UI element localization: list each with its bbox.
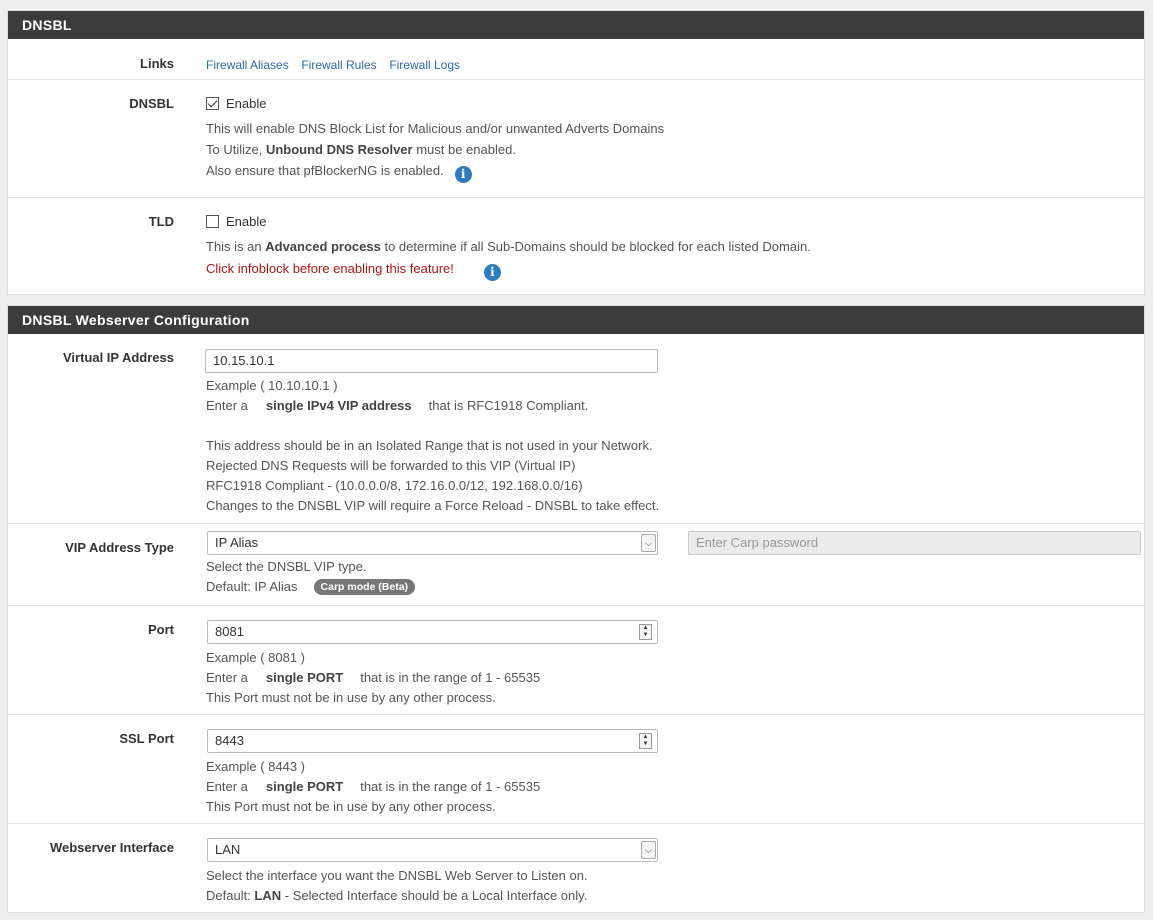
ssl-port-row: SSL Port 8443 ▲ ▼ Example ( 8443 ) Enter … — [8, 714, 1144, 823]
firewall-aliases-link[interactable]: Firewall Aliases — [206, 58, 289, 72]
port-label: Port — [148, 622, 174, 637]
ssl-port-help-1: Example ( 8443 ) — [206, 759, 305, 774]
port-row: Port 8081 ▲ ▼ Example ( 8081 ) Enter a sin… — [8, 605, 1144, 714]
interface-label: Webserver Interface — [49, 840, 174, 855]
port-help-3: This Port must not be in use by any othe… — [206, 690, 496, 705]
webserver-panel: DNSBL Webserver Configuration Virtual IP… — [7, 305, 1145, 913]
port-spinner[interactable]: ▲ ▼ — [639, 624, 652, 640]
vip-label: Virtual IP Address — [62, 350, 174, 365]
dnsbl-help-2: To Utilize, Unbound DNS Resolver must be… — [206, 142, 516, 157]
vip-help-6: Changes to the DNSBL VIP will require a … — [206, 498, 660, 513]
dnsbl-label: DNSBL — [129, 96, 174, 111]
dnsbl-enable-label: Enable — [226, 96, 267, 111]
vip-type-select[interactable]: IP Alias ⌵ — [207, 531, 658, 555]
tld-help-1: This is an Advanced process to determine… — [206, 239, 811, 254]
chevron-down-icon: ⌵ — [641, 534, 656, 552]
vip-type-label: VIP Address Type — [65, 540, 174, 555]
vip-help-2: Enter a single IPv4 VIP address that is RF… — [206, 398, 589, 413]
carp-password-input[interactable]: Enter Carp password — [688, 531, 1141, 555]
firewall-rules-link[interactable]: Firewall Rules — [301, 58, 376, 72]
vip-help-4: Rejected DNS Requests will be forwarded … — [206, 458, 576, 473]
dnsbl-help-3: Also ensure that pfBlockerNG is enabled.… — [206, 160, 1140, 183]
interface-select[interactable]: LAN ⌵ — [207, 838, 658, 862]
vip-input[interactable]: 10.15.10.1 — [205, 349, 658, 373]
tld-label: TLD — [148, 214, 174, 229]
dnsbl-info-icon[interactable]: i — [454, 166, 472, 183]
ssl-port-input[interactable]: 8443 ▲ ▼ — [207, 729, 658, 753]
firewall-logs-link[interactable]: Firewall Logs — [389, 58, 460, 72]
ssl-port-help-3: This Port must not be in use by any othe… — [206, 799, 496, 814]
ssl-port-label: SSL Port — [119, 731, 174, 746]
links-label: Links — [140, 56, 174, 71]
vip-type-row: VIP Address Type IP Alias ⌵ Enter Carp p… — [8, 523, 1144, 605]
webserver-panel-title: DNSBL Webserver Configuration — [8, 306, 1144, 334]
ssl-port-spinner[interactable]: ▲ ▼ — [639, 733, 652, 749]
tld-row: TLD Enable This is an Advanced process t… — [8, 197, 1144, 295]
port-input[interactable]: 8081 ▲ ▼ — [207, 620, 658, 644]
carp-mode-badge[interactable]: Carp mode (Beta) — [313, 579, 416, 595]
interface-help-2: Default: LAN - Selected Interface should… — [206, 888, 588, 903]
chevron-down-icon: ⌵ — [641, 841, 656, 859]
tld-info-icon[interactable]: i — [483, 264, 501, 281]
tld-warning: Click infoblock before enabling this fea… — [206, 258, 1140, 281]
links-row: Links Firewall Aliases Firewall Rules Fi… — [8, 39, 1144, 79]
dnsbl-panel-title: DNSBL — [8, 11, 1144, 39]
tld-enable-label: Enable — [226, 214, 267, 229]
port-help-1: Example ( 8081 ) — [206, 650, 305, 665]
interface-row: Webserver Interface LAN ⌵ Select the int… — [8, 823, 1144, 911]
vip-type-help-2: Default: IP Alias Carp mode (Beta) — [206, 577, 1140, 597]
vip-help-3: This address should be in an Isolated Ra… — [206, 438, 653, 453]
vip-help-1: Example ( 10.10.10.1 ) — [206, 378, 338, 393]
vip-type-help-1: Select the DNSBL VIP type. — [206, 559, 367, 574]
tld-enable-checkbox[interactable] — [206, 215, 219, 228]
dnsbl-enable-row: DNSBL Enable This will enable DNS Block … — [8, 79, 1144, 197]
dnsbl-panel: DNSBL Links Firewall Aliases Firewall Ru… — [7, 10, 1145, 295]
dnsbl-enable-checkbox[interactable] — [206, 97, 219, 110]
vip-help-5: RFC1918 Compliant - (10.0.0.0/8, 172.16.… — [206, 478, 583, 493]
interface-help-1: Select the interface you want the DNSBL … — [206, 868, 588, 883]
vip-row: Virtual IP Address 10.15.10.1 Example ( … — [8, 334, 1144, 523]
ssl-port-help-2: Enter a single PORT that is in the range o… — [206, 779, 541, 794]
port-help-2: Enter a single PORT that is in the range o… — [206, 670, 541, 685]
dnsbl-help-1: This will enable DNS Block List for Mali… — [206, 121, 665, 136]
